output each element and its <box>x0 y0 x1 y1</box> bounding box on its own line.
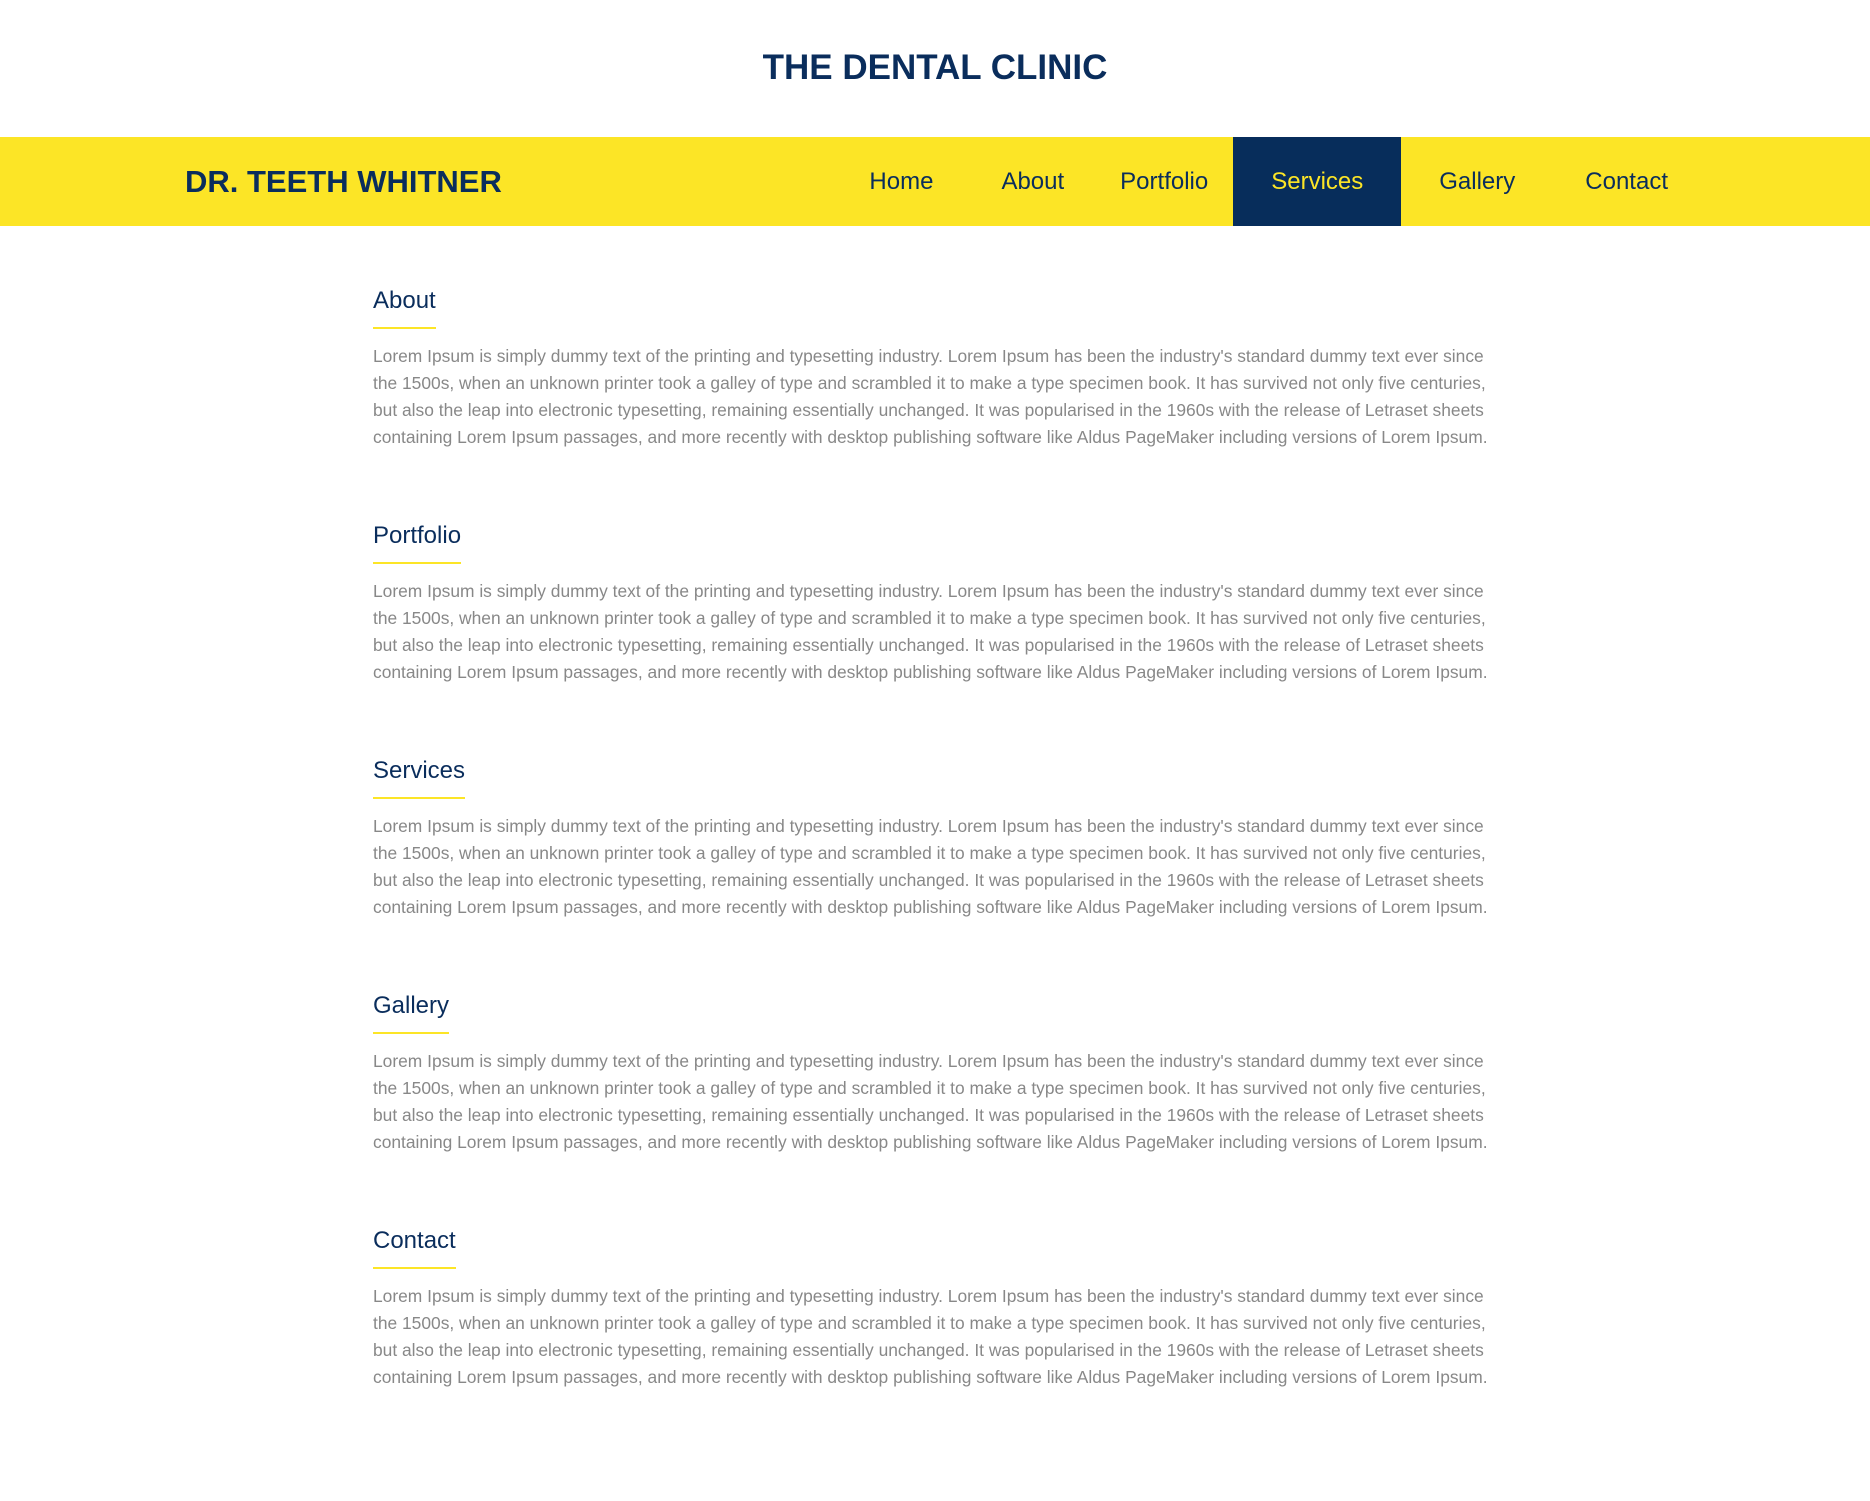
main-content: About Lorem Ipsum is simply dummy text o… <box>373 285 1501 1460</box>
nav-item-portfolio[interactable]: Portfolio <box>1095 137 1233 226</box>
nav-item-about[interactable]: About <box>970 137 1095 226</box>
section-heading: Services <box>373 755 466 799</box>
section-text: Lorem Ipsum is simply dummy text of the … <box>373 1051 1488 1152</box>
nav-item-services[interactable]: Services <box>1233 137 1402 226</box>
section-text: Lorem Ipsum is simply dummy text of the … <box>373 1286 1488 1387</box>
brand-name[interactable]: DR. TEETH WHITNER <box>185 137 502 226</box>
section-heading: Contact <box>373 1225 456 1269</box>
nav-list: Home About Portfolio Services Gallery Co… <box>832 137 1700 226</box>
section-text: Lorem Ipsum is simply dummy text of the … <box>373 816 1488 917</box>
section-heading: Gallery <box>373 990 450 1034</box>
nav-item-gallery[interactable]: Gallery <box>1401 137 1553 226</box>
section-text: Lorem Ipsum is simply dummy text of the … <box>373 581 1488 682</box>
section-heading: About <box>373 285 436 329</box>
section-text: Lorem Ipsum is simply dummy text of the … <box>373 346 1488 447</box>
section-heading: Portfolio <box>373 520 462 564</box>
section-contact: Contact Lorem Ipsum is simply dummy text… <box>373 1225 1501 1460</box>
navbar: DR. TEETH WHITNER Home About Portfolio S… <box>0 137 1870 226</box>
nav-item-home[interactable]: Home <box>832 137 970 226</box>
section-services: Services Lorem Ipsum is simply dummy tex… <box>373 755 1501 990</box>
section-about: About Lorem Ipsum is simply dummy text o… <box>373 285 1501 520</box>
nav-item-contact[interactable]: Contact <box>1553 137 1700 226</box>
site-title: THE DENTAL CLINIC <box>762 48 1108 87</box>
section-portfolio: Portfolio Lorem Ipsum is simply dummy te… <box>373 520 1501 755</box>
section-gallery: Gallery Lorem Ipsum is simply dummy text… <box>373 990 1501 1225</box>
